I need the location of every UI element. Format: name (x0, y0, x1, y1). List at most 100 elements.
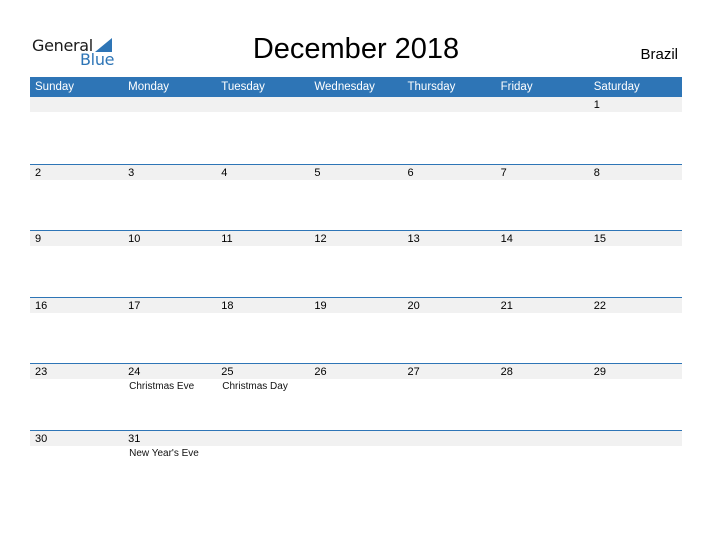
day-cell: 16 (30, 297, 124, 364)
day-number: 10 (123, 231, 217, 247)
day-cell: 11 (216, 231, 310, 297)
day-number: 30 (30, 430, 124, 446)
day-number (216, 430, 310, 446)
day-number: 23 (30, 364, 124, 380)
day-number: 14 (495, 231, 589, 247)
day-cell (495, 430, 589, 497)
day-cell: 8 (588, 164, 682, 231)
holiday-label: Christmas Day (222, 381, 288, 393)
day-cell: 24 Christmas Eve (123, 364, 217, 430)
day-cell (402, 97, 496, 164)
day-cell: 10 (123, 231, 217, 297)
week-row: 30 31 New Year's Eve (30, 429, 682, 497)
day-cell: 6 (402, 164, 496, 231)
country-label: Brazil (640, 46, 678, 63)
day-cell: 31 New Year's Eve (123, 430, 217, 497)
day-cell (216, 97, 310, 164)
day-cell: 29 (588, 364, 682, 430)
day-number (588, 430, 682, 446)
week-row: 1 (30, 97, 682, 164)
day-cell: 1 (588, 97, 682, 164)
day-number (216, 97, 310, 112)
weekday-friday: Friday (500, 81, 533, 93)
weekday-header: Sunday Monday Tuesday Wednesday Thursday Frid… (30, 77, 682, 97)
day-cell: 21 (495, 297, 589, 364)
day-cell: 27 (402, 364, 496, 430)
page-title: December 2018 (252, 33, 460, 65)
day-number: 8 (588, 164, 682, 180)
day-number: 31 (123, 430, 217, 446)
day-cell: 13 (402, 231, 496, 297)
day-cell (216, 430, 310, 497)
day-number: 4 (216, 164, 310, 180)
weekday-sunday: Sunday (35, 81, 75, 93)
day-number (495, 430, 589, 446)
day-number: 22 (588, 297, 682, 313)
day-number: 12 (309, 231, 403, 247)
weeks: 1 2 3 4 5 6 7 8 9 10 11 12 13 14 15 16 17 18 19 20 21 22 23 24 C… (30, 97, 682, 497)
day-cell: 23 (30, 364, 124, 430)
day-cell: 15 (588, 231, 682, 297)
day-number (495, 97, 589, 112)
day-cell: 18 (216, 297, 310, 364)
day-cell (309, 97, 403, 164)
weekday-tuesday: Tuesday (221, 81, 265, 93)
day-number: 25 (216, 364, 310, 380)
weekday-monday: Monday (128, 81, 170, 93)
day-number: 20 (402, 297, 496, 313)
day-number (123, 97, 217, 112)
day-number (309, 430, 403, 446)
day-cell: 19 (309, 297, 403, 364)
calendar-grid: Sunday Monday Tuesday Wednesday Thursday Frid… (30, 77, 682, 497)
day-number (30, 97, 124, 112)
day-number: 15 (588, 231, 682, 247)
week-row: 16 17 18 19 20 21 22 (30, 296, 682, 364)
day-number: 28 (495, 364, 589, 380)
weekday-wednesday: Wednesday (314, 81, 375, 93)
day-cell: 2 (30, 164, 124, 231)
day-number: 17 (123, 297, 217, 313)
day-cell: 28 (495, 364, 589, 430)
day-number: 3 (123, 164, 217, 180)
day-cell: 12 (309, 231, 403, 297)
day-cell (588, 430, 682, 497)
day-number: 29 (588, 364, 682, 380)
day-cell: 3 (123, 164, 217, 231)
week-row: 23 24 Christmas Eve 25 Christmas Day 26 27 28 29 (30, 363, 682, 430)
day-number: 5 (309, 164, 403, 180)
day-cell: 4 (216, 164, 310, 231)
day-cell (495, 97, 589, 164)
day-cell (123, 97, 217, 164)
day-number (402, 430, 496, 446)
day-cell: 5 (309, 164, 403, 231)
week-row: 2345678 (30, 163, 682, 231)
day-number: 26 (309, 364, 403, 380)
holiday-label: New Year's Eve (129, 447, 199, 459)
day-number (402, 97, 496, 112)
day-number: 6 (402, 164, 496, 180)
holiday-label: Christmas Eve (129, 381, 195, 393)
weekday-saturday: Saturday (593, 81, 640, 93)
day-cell: 22 (588, 297, 682, 364)
day-number: 16 (30, 297, 124, 313)
day-number (309, 97, 403, 112)
day-number: 24 (123, 364, 217, 380)
day-cell: 7 (495, 164, 589, 231)
weekday-thursday: Thursday (407, 81, 456, 93)
week-row: 9 10 11 12 13 14 15 (30, 230, 682, 297)
day-number: 18 (216, 297, 310, 313)
day-number: 13 (402, 231, 496, 247)
day-number: 19 (309, 297, 403, 313)
day-cell (309, 430, 403, 497)
day-cell: 25 Christmas Day (216, 364, 310, 430)
day-number: 11 (216, 231, 310, 247)
day-number: 27 (402, 364, 496, 380)
day-cell (30, 97, 124, 164)
day-cell: 20 (402, 297, 496, 364)
day-cell: 14 (495, 231, 589, 297)
day-cell: 17 (123, 297, 217, 364)
day-number: 9 (30, 231, 124, 247)
day-cell: 26 (309, 364, 403, 430)
day-cell: 30 (30, 430, 124, 497)
day-number: 1 (588, 97, 682, 112)
